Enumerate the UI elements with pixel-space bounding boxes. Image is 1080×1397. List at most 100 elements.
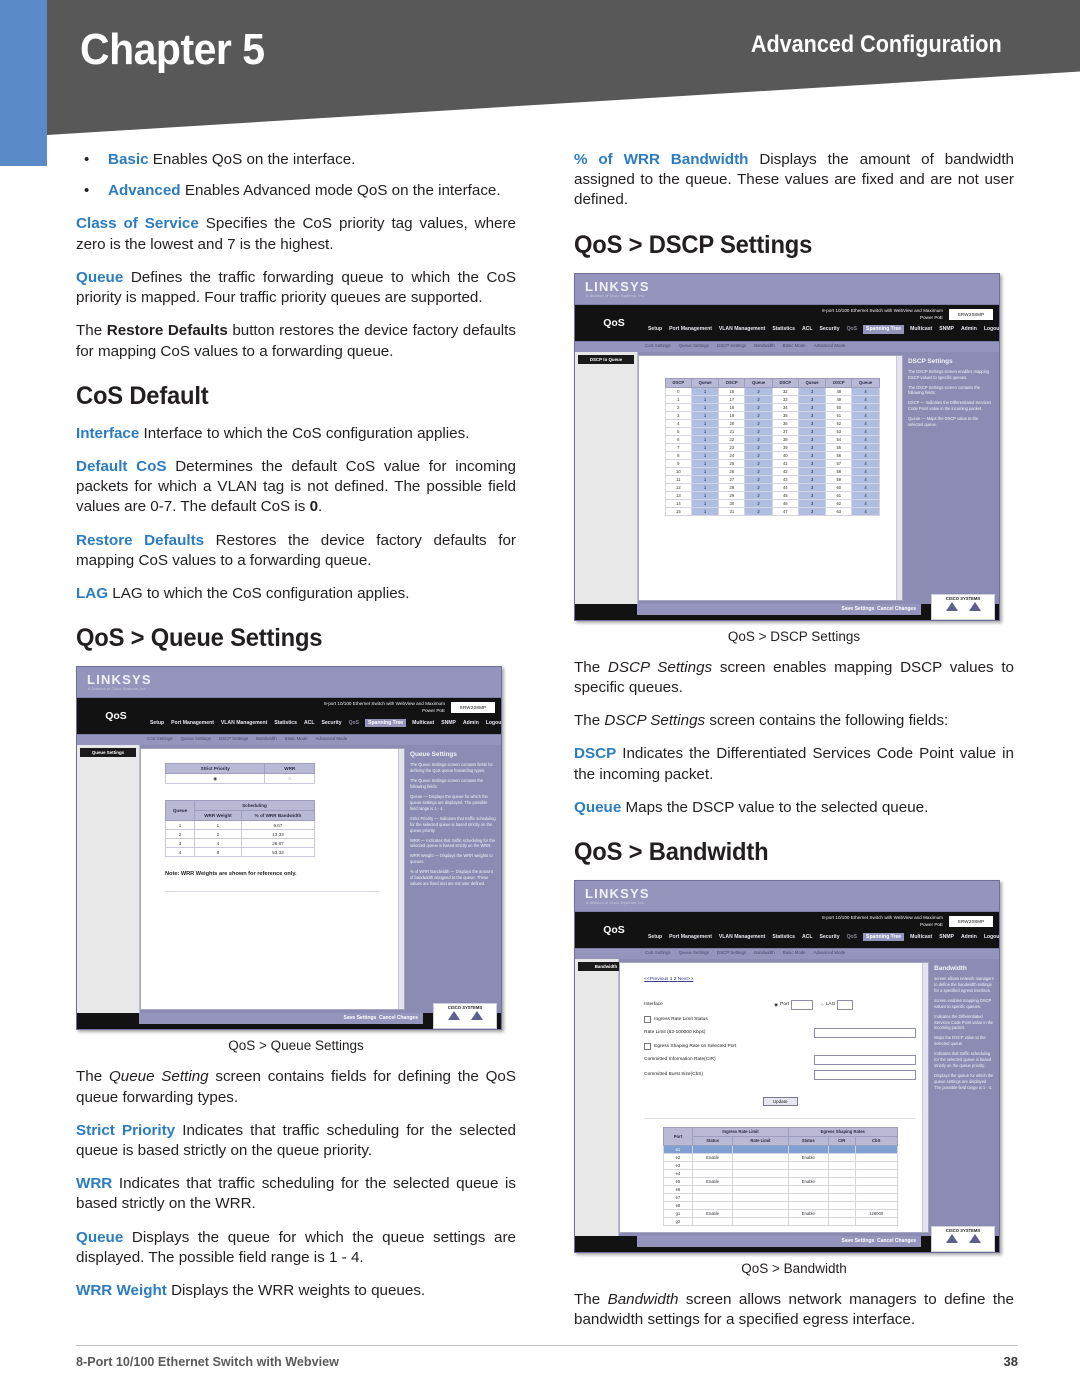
- cell-queue-select[interactable]: 4: [851, 482, 880, 492]
- cell-queue-select[interactable]: 1: [690, 410, 720, 420]
- update-button[interactable]: Update: [762, 1096, 798, 1106]
- menu-item-setup[interactable]: Setup: [149, 720, 165, 726]
- subnav-queue-settings[interactable]: Queue Settings: [679, 343, 709, 348]
- menu-item-acl[interactable]: ACL: [303, 720, 315, 726]
- cell-queue-select[interactable]: 2: [744, 386, 773, 396]
- menu-item-port-management[interactable]: Port Management: [668, 934, 713, 940]
- cell-queue-select[interactable]: 4: [851, 418, 880, 428]
- cell-queue-select[interactable]: 2: [744, 506, 773, 516]
- menu-item-spanning-tree[interactable]: Spanning Tree: [365, 719, 407, 728]
- subnav-bandwidth[interactable]: Bandwidth: [256, 736, 277, 741]
- subnav-basic-mode[interactable]: Basic Mode: [285, 736, 308, 741]
- menu-item-statistics[interactable]: Statistics: [771, 326, 796, 332]
- shot-footer-actions[interactable]: Save Settings Cancel Changes: [637, 1235, 921, 1247]
- cell-queue-select[interactable]: 2: [744, 410, 773, 420]
- subnav-bandwidth[interactable]: Bandwidth: [754, 950, 775, 955]
- cell-queue-select[interactable]: 2: [744, 458, 773, 468]
- cell-queue-select[interactable]: 4: [851, 474, 880, 484]
- menu-item-qos[interactable]: QoS: [846, 934, 858, 940]
- subnav-cos-settings[interactable]: CoS Settings: [645, 950, 671, 955]
- menu-item-multicast[interactable]: Multicast: [909, 934, 933, 940]
- menu-item-acl[interactable]: ACL: [801, 934, 813, 940]
- cell-queue-select[interactable]: 2: [744, 490, 773, 500]
- cancel-changes-button[interactable]: Cancel Changes: [877, 606, 916, 612]
- input-cir[interactable]: [814, 1054, 917, 1065]
- menu-item-logout[interactable]: Logout: [983, 326, 999, 332]
- cell-queue-select[interactable]: 2: [744, 394, 773, 404]
- menu-item-qos[interactable]: QoS: [348, 720, 360, 726]
- cell-queue-select[interactable]: 3: [797, 410, 827, 420]
- cell-queue-select[interactable]: 2: [744, 418, 773, 428]
- cell-queue-select[interactable]: 1: [690, 474, 720, 484]
- cell-queue-select[interactable]: 2: [744, 402, 773, 412]
- cell-queue-select[interactable]: 1: [690, 450, 720, 460]
- cell-queue-select[interactable]: 4: [851, 466, 880, 476]
- radio-strict-priority[interactable]: ◉: [164, 773, 266, 785]
- menu-item-statistics[interactable]: Statistics: [771, 934, 796, 940]
- cell-queue-select[interactable]: 1: [690, 386, 720, 396]
- pager-previous[interactable]: <<Previous: [644, 977, 668, 982]
- cell-queue-select[interactable]: 4: [851, 386, 880, 396]
- cell-queue-select[interactable]: 2: [744, 434, 773, 444]
- subnav-basic-mode[interactable]: Basic Mode: [783, 343, 806, 348]
- radio-wrr[interactable]: ○: [264, 773, 315, 785]
- cell-queue-select[interactable]: 2: [744, 482, 773, 492]
- cell-queue-select[interactable]: 2: [744, 474, 773, 484]
- input-cbs[interactable]: [814, 1069, 917, 1080]
- checkbox-egress-shaping-rate[interactable]: [644, 1042, 652, 1050]
- cell-queue-select[interactable]: 4: [851, 450, 880, 460]
- cell-queue-select[interactable]: 4: [851, 506, 880, 516]
- menu-item-security[interactable]: Security: [818, 934, 840, 940]
- select-lag[interactable]: [837, 999, 854, 1010]
- shot-menu[interactable]: Setup Port Management VLAN Management St…: [647, 322, 999, 338]
- menu-item-qos[interactable]: QoS: [846, 326, 858, 332]
- shot-menu[interactable]: Setup Port Management VLAN Management St…: [149, 715, 501, 731]
- cell-queue-select[interactable]: 1: [690, 418, 720, 428]
- cell-queue-select[interactable]: 1: [690, 402, 720, 412]
- cell-queue-select[interactable]: 3: [797, 434, 827, 444]
- shot-footer-actions[interactable]: Save Settings Cancel Changes: [139, 1013, 423, 1025]
- checkbox-ingress-rate-limit-status[interactable]: [644, 1015, 652, 1023]
- radio-lag[interactable]: ○: [821, 1002, 824, 1007]
- menu-item-vlan-management[interactable]: VLAN Management: [718, 934, 766, 940]
- select-port[interactable]: [790, 999, 813, 1010]
- cell-queue-select[interactable]: 3: [797, 426, 827, 436]
- vertical-scrollbar[interactable]: [896, 355, 902, 600]
- cell-queue-select[interactable]: 3: [797, 394, 827, 404]
- menu-item-snmp[interactable]: SNMP: [938, 326, 955, 332]
- menu-item-statistics[interactable]: Statistics: [273, 720, 298, 726]
- pager-next[interactable]: Next>>: [678, 977, 693, 982]
- cell-queue-select[interactable]: 1: [690, 498, 720, 508]
- subnav-basic-mode[interactable]: Basic Mode: [783, 950, 806, 955]
- cell-queue-select[interactable]: 3: [797, 450, 827, 460]
- menu-item-acl[interactable]: ACL: [801, 326, 813, 332]
- menu-item-port-management[interactable]: Port Management: [668, 326, 713, 332]
- subnav-queue-settings[interactable]: Queue Settings: [679, 950, 709, 955]
- cell-queue-select[interactable]: 1: [690, 482, 720, 492]
- menu-item-logout[interactable]: Logout: [485, 720, 501, 726]
- subnav-dscp-settings[interactable]: DSCP Settings: [717, 343, 746, 348]
- shot-menu[interactable]: Setup Port Management VLAN Management St…: [647, 929, 999, 945]
- menu-item-security[interactable]: Security: [818, 326, 840, 332]
- cell-queue-select[interactable]: 4: [851, 442, 880, 452]
- vertical-scrollbar[interactable]: [922, 962, 929, 1232]
- cell-queue-select[interactable]: 2: [744, 498, 773, 508]
- menu-item-snmp[interactable]: SNMP: [938, 934, 955, 940]
- cell-queue-select[interactable]: 3: [797, 482, 827, 492]
- cell-queue-select[interactable]: 3: [797, 458, 827, 468]
- subnav-advanced-mode[interactable]: Advanced Mode: [814, 950, 846, 955]
- cell-queue-select[interactable]: 1: [690, 434, 720, 444]
- cell-queue-select[interactable]: 4: [851, 426, 880, 436]
- cell-queue-select[interactable]: 1: [690, 442, 720, 452]
- menu-item-spanning-tree[interactable]: Spanning Tree: [863, 932, 905, 942]
- cell-queue-select[interactable]: 4: [851, 402, 880, 412]
- pager[interactable]: <<Previous 1 2 Next>>: [644, 977, 916, 982]
- subnav-dscp-settings[interactable]: DSCP Settings: [219, 736, 248, 741]
- menu-item-security[interactable]: Security: [320, 720, 342, 726]
- cell-queue-select[interactable]: 3: [797, 466, 827, 476]
- cell-queue-select[interactable]: 1: [690, 490, 720, 500]
- shot-footer-actions[interactable]: Save Settings Cancel Changes: [637, 603, 921, 615]
- input-rate-limit[interactable]: [814, 1027, 917, 1038]
- pager-page-2[interactable]: 2: [674, 977, 677, 982]
- cell-queue-select[interactable]: 3: [797, 442, 827, 452]
